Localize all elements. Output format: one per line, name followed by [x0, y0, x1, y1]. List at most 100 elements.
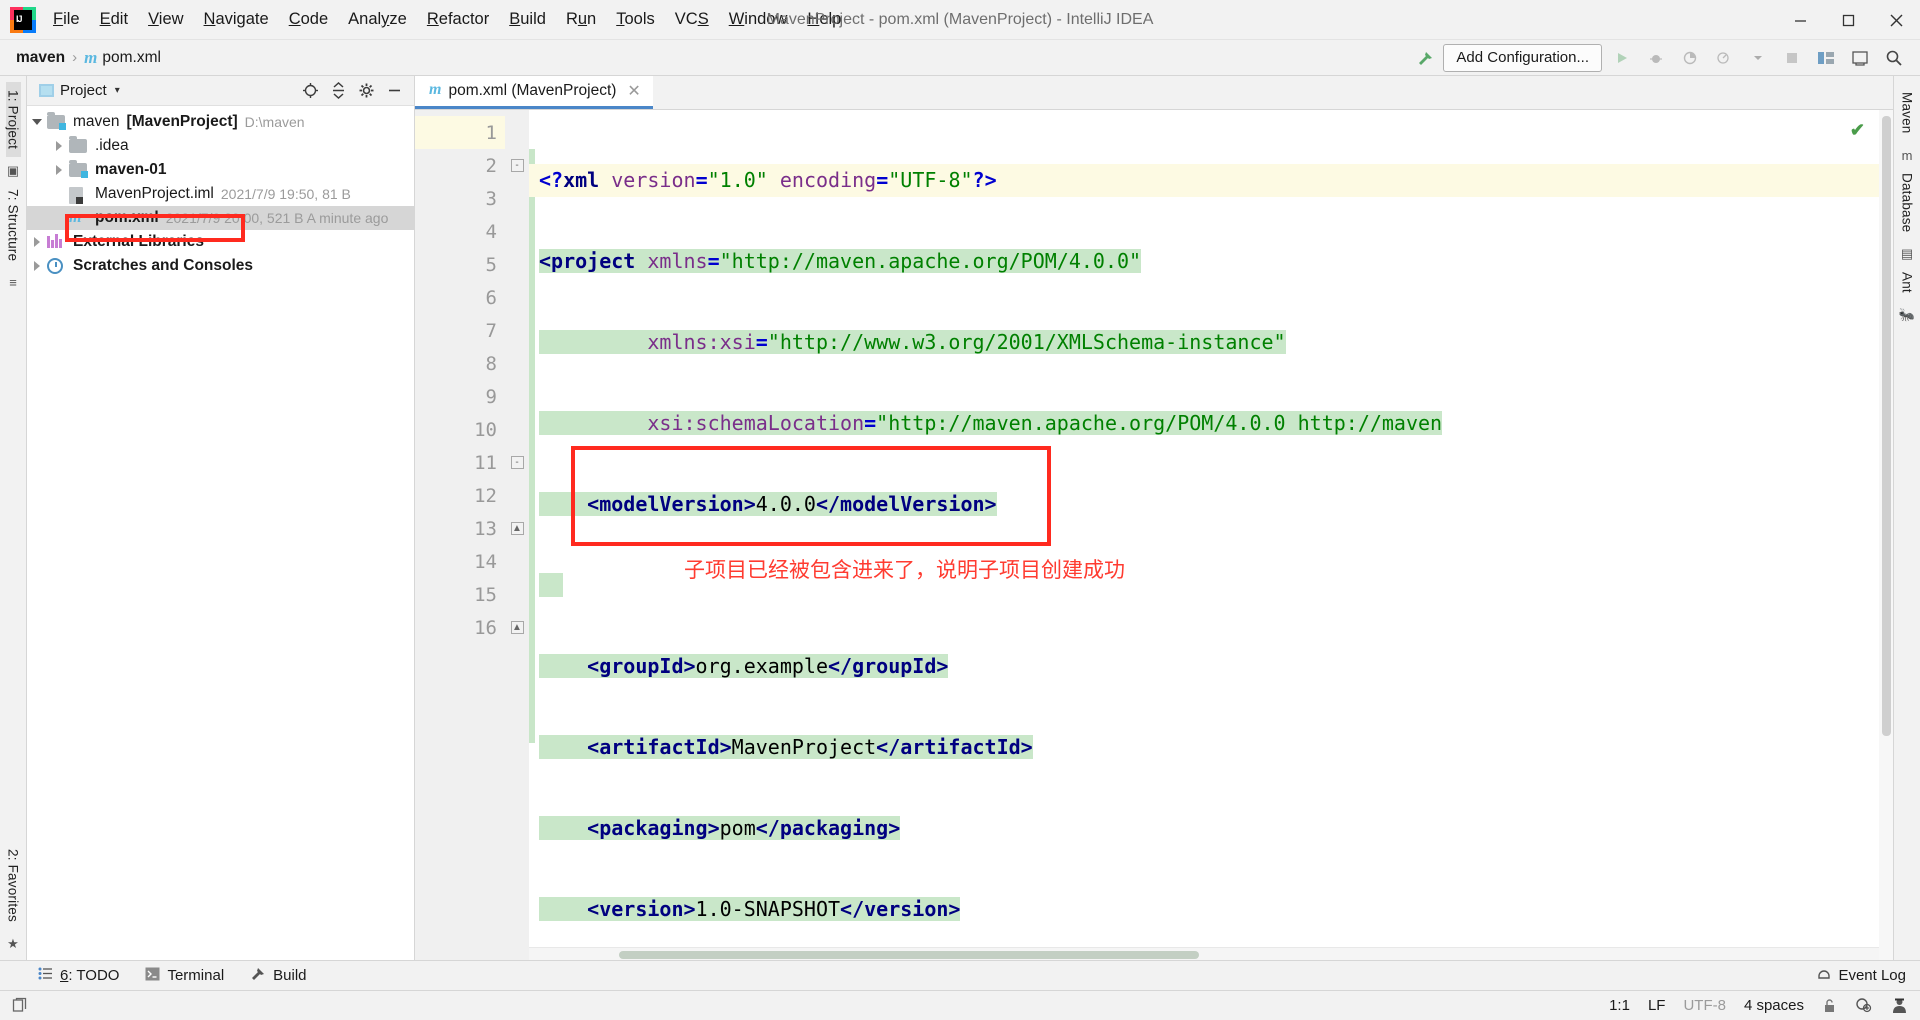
module-folder-icon: [47, 112, 67, 130]
tool-window-todo[interactable]: 6: TODO: [38, 967, 119, 984]
fold-marker-project[interactable]: -: [505, 149, 529, 182]
inspection-status-icon[interactable]: ✔: [1850, 120, 1865, 141]
add-configuration-button[interactable]: Add Configuration...: [1443, 43, 1602, 72]
indent-setting[interactable]: 4 spaces: [1744, 997, 1804, 1014]
caret-position[interactable]: 1:1: [1609, 997, 1630, 1014]
collapse-all-icon[interactable]: [328, 81, 348, 101]
menu-file[interactable]: File: [44, 6, 89, 33]
breadcrumb-file[interactable]: pom.xml: [102, 49, 161, 67]
menu-edit[interactable]: Edit: [91, 6, 137, 33]
menu-build[interactable]: Build: [500, 6, 555, 33]
tree-item-label: maven: [73, 113, 120, 130]
inspections-icon[interactable]: [1855, 997, 1873, 1014]
breadcrumb-root[interactable]: maven: [16, 49, 65, 67]
line-number: 5: [485, 253, 497, 276]
code-line-4: xsi:schemaLocation="http://maven.apache.…: [529, 407, 1879, 440]
chinese-annotation: 子项目已经被包含进来了，说明子项目创建成功: [684, 558, 1125, 582]
tree-item-external-libraries[interactable]: External Libraries: [27, 230, 414, 254]
vertical-scrollbar-thumb[interactable]: [1882, 116, 1891, 736]
menu-refactor[interactable]: Refactor: [418, 6, 498, 33]
line-separator[interactable]: LF: [1648, 997, 1666, 1014]
stop-icon[interactable]: [1778, 45, 1806, 71]
tool-window-build[interactable]: Build: [250, 966, 307, 985]
close-button[interactable]: [1872, 0, 1920, 40]
menu-code[interactable]: Code: [280, 6, 337, 33]
editor-area: m pom.xml (MavenProject) ✕ 1 2m↓ 3 4 5 6…: [415, 76, 1893, 960]
code-editor[interactable]: 1 2m↓ 3 4 5 6 7 8 9 10 11 12 13 14 1: [415, 110, 1893, 960]
sidebar-item-ant[interactable]: Ant: [1900, 264, 1915, 301]
debug-icon[interactable]: [1642, 45, 1670, 71]
code-text[interactable]: <?xml version="1.0" encoding="UTF-8"?> <…: [529, 110, 1879, 960]
expand-arrow-icon[interactable]: [27, 261, 47, 271]
hammer-icon[interactable]: [1415, 47, 1437, 69]
menu-window[interactable]: Window: [720, 6, 797, 33]
lock-icon[interactable]: [1822, 998, 1837, 1014]
tree-item-maven-root[interactable]: maven [MavenProject] D:\maven: [27, 110, 414, 134]
chevron-down-icon[interactable]: [1744, 45, 1772, 71]
fold-marker-project-end[interactable]: ▲: [505, 611, 529, 644]
menu-run[interactable]: Run: [557, 6, 605, 33]
minimize-button[interactable]: [1776, 0, 1824, 40]
settings-icon[interactable]: [1846, 45, 1874, 71]
search-icon[interactable]: [1880, 45, 1908, 71]
sidebar-item-project[interactable]: 1: Project: [5, 82, 21, 158]
tree-item-mavenproject-iml[interactable]: MavenProject.iml 2021/7/9 19:50, 81 B: [27, 182, 414, 206]
menu-navigate[interactable]: Navigate: [195, 6, 278, 33]
menu-view[interactable]: View: [139, 6, 192, 33]
menu-help[interactable]: Help: [798, 6, 850, 33]
run-icon[interactable]: [1608, 45, 1636, 71]
maximize-button[interactable]: [1824, 0, 1872, 40]
vertical-scrollbar[interactable]: [1879, 110, 1893, 960]
sidebar-item-maven[interactable]: Maven: [1900, 84, 1915, 142]
breadcrumb: maven › m pom.xml: [16, 48, 161, 68]
star-icon: ★: [7, 936, 19, 951]
run-with-coverage-icon[interactable]: [1676, 45, 1704, 71]
code-folding-gutter: - - ▲ ▲: [505, 110, 529, 960]
status-bar-right: 1:1 LF UTF-8 4 spaces: [1609, 997, 1920, 1014]
horizontal-scrollbar-thumb[interactable]: [619, 951, 1199, 959]
sidebar-item-database[interactable]: Database: [1900, 165, 1915, 240]
fold-marker-modules[interactable]: -: [505, 446, 529, 479]
maven-m-icon: m: [84, 47, 98, 67]
expand-arrow-icon[interactable]: [27, 119, 47, 125]
expand-arrow-icon[interactable]: [49, 165, 69, 175]
menu-analyze[interactable]: Analyze: [339, 6, 416, 33]
locate-icon[interactable]: [300, 81, 320, 101]
event-log-area[interactable]: Event Log: [1816, 966, 1920, 986]
tree-item-pom-xml[interactable]: m pom.xml 2021/7/9 20:00, 521 B A minute…: [27, 206, 414, 230]
project-structure-icon[interactable]: [1812, 45, 1840, 71]
tab-pom-xml[interactable]: m pom.xml (MavenProject) ✕: [415, 76, 653, 109]
tool-window-label: Build: [273, 967, 307, 984]
hide-icon[interactable]: [384, 81, 404, 101]
sidebar-item-favorites[interactable]: 2: Favorites: [6, 841, 21, 930]
tool-window-label: Terminal: [167, 967, 225, 984]
scratches-icon: [47, 258, 67, 274]
tree-item-label: External Libraries: [73, 233, 204, 250]
menu-vcs[interactable]: VCS: [666, 6, 718, 33]
code-scroll-region[interactable]: <?xml version="1.0" encoding="UTF-8"?> <…: [529, 110, 1879, 960]
profile-icon[interactable]: [1710, 45, 1738, 71]
close-icon[interactable]: ✕: [627, 81, 640, 101]
tree-item-scratches-and-consoles[interactable]: Scratches and Consoles: [27, 254, 414, 278]
line-number: 6: [485, 286, 497, 309]
gear-icon[interactable]: [356, 81, 376, 101]
horizontal-scrollbar[interactable]: [529, 947, 1879, 960]
expand-arrow-icon[interactable]: [49, 141, 69, 151]
tree-item-idea[interactable]: .idea: [27, 134, 414, 158]
line-number-gutter: 1 2m↓ 3 4 5 6 7 8 9 10 11 12 13 14 1: [415, 110, 529, 960]
sidebar-item-structure[interactable]: 7: Structure: [6, 181, 21, 269]
code-line-5: <modelVersion>4.0.0</modelVersion>: [529, 488, 1879, 521]
file-encoding[interactable]: UTF-8: [1683, 997, 1726, 1014]
tool-window-terminal[interactable]: Terminal: [145, 967, 224, 985]
memory-icon[interactable]: [1891, 997, 1908, 1014]
editor-tabs: m pom.xml (MavenProject) ✕: [415, 76, 1893, 110]
expand-arrow-icon[interactable]: [27, 237, 47, 247]
window-controls: [1776, 0, 1920, 39]
tree-item-maven-01[interactable]: maven-01: [27, 158, 414, 182]
fold-marker-modules-end[interactable]: ▲: [505, 512, 529, 545]
chevron-down-icon[interactable]: ▾: [115, 85, 120, 96]
menu-tools[interactable]: Tools: [607, 6, 664, 33]
maven-m-icon: m: [69, 209, 82, 226]
event-log-label: Event Log: [1838, 967, 1906, 984]
open-files-icon[interactable]: [12, 997, 29, 1014]
